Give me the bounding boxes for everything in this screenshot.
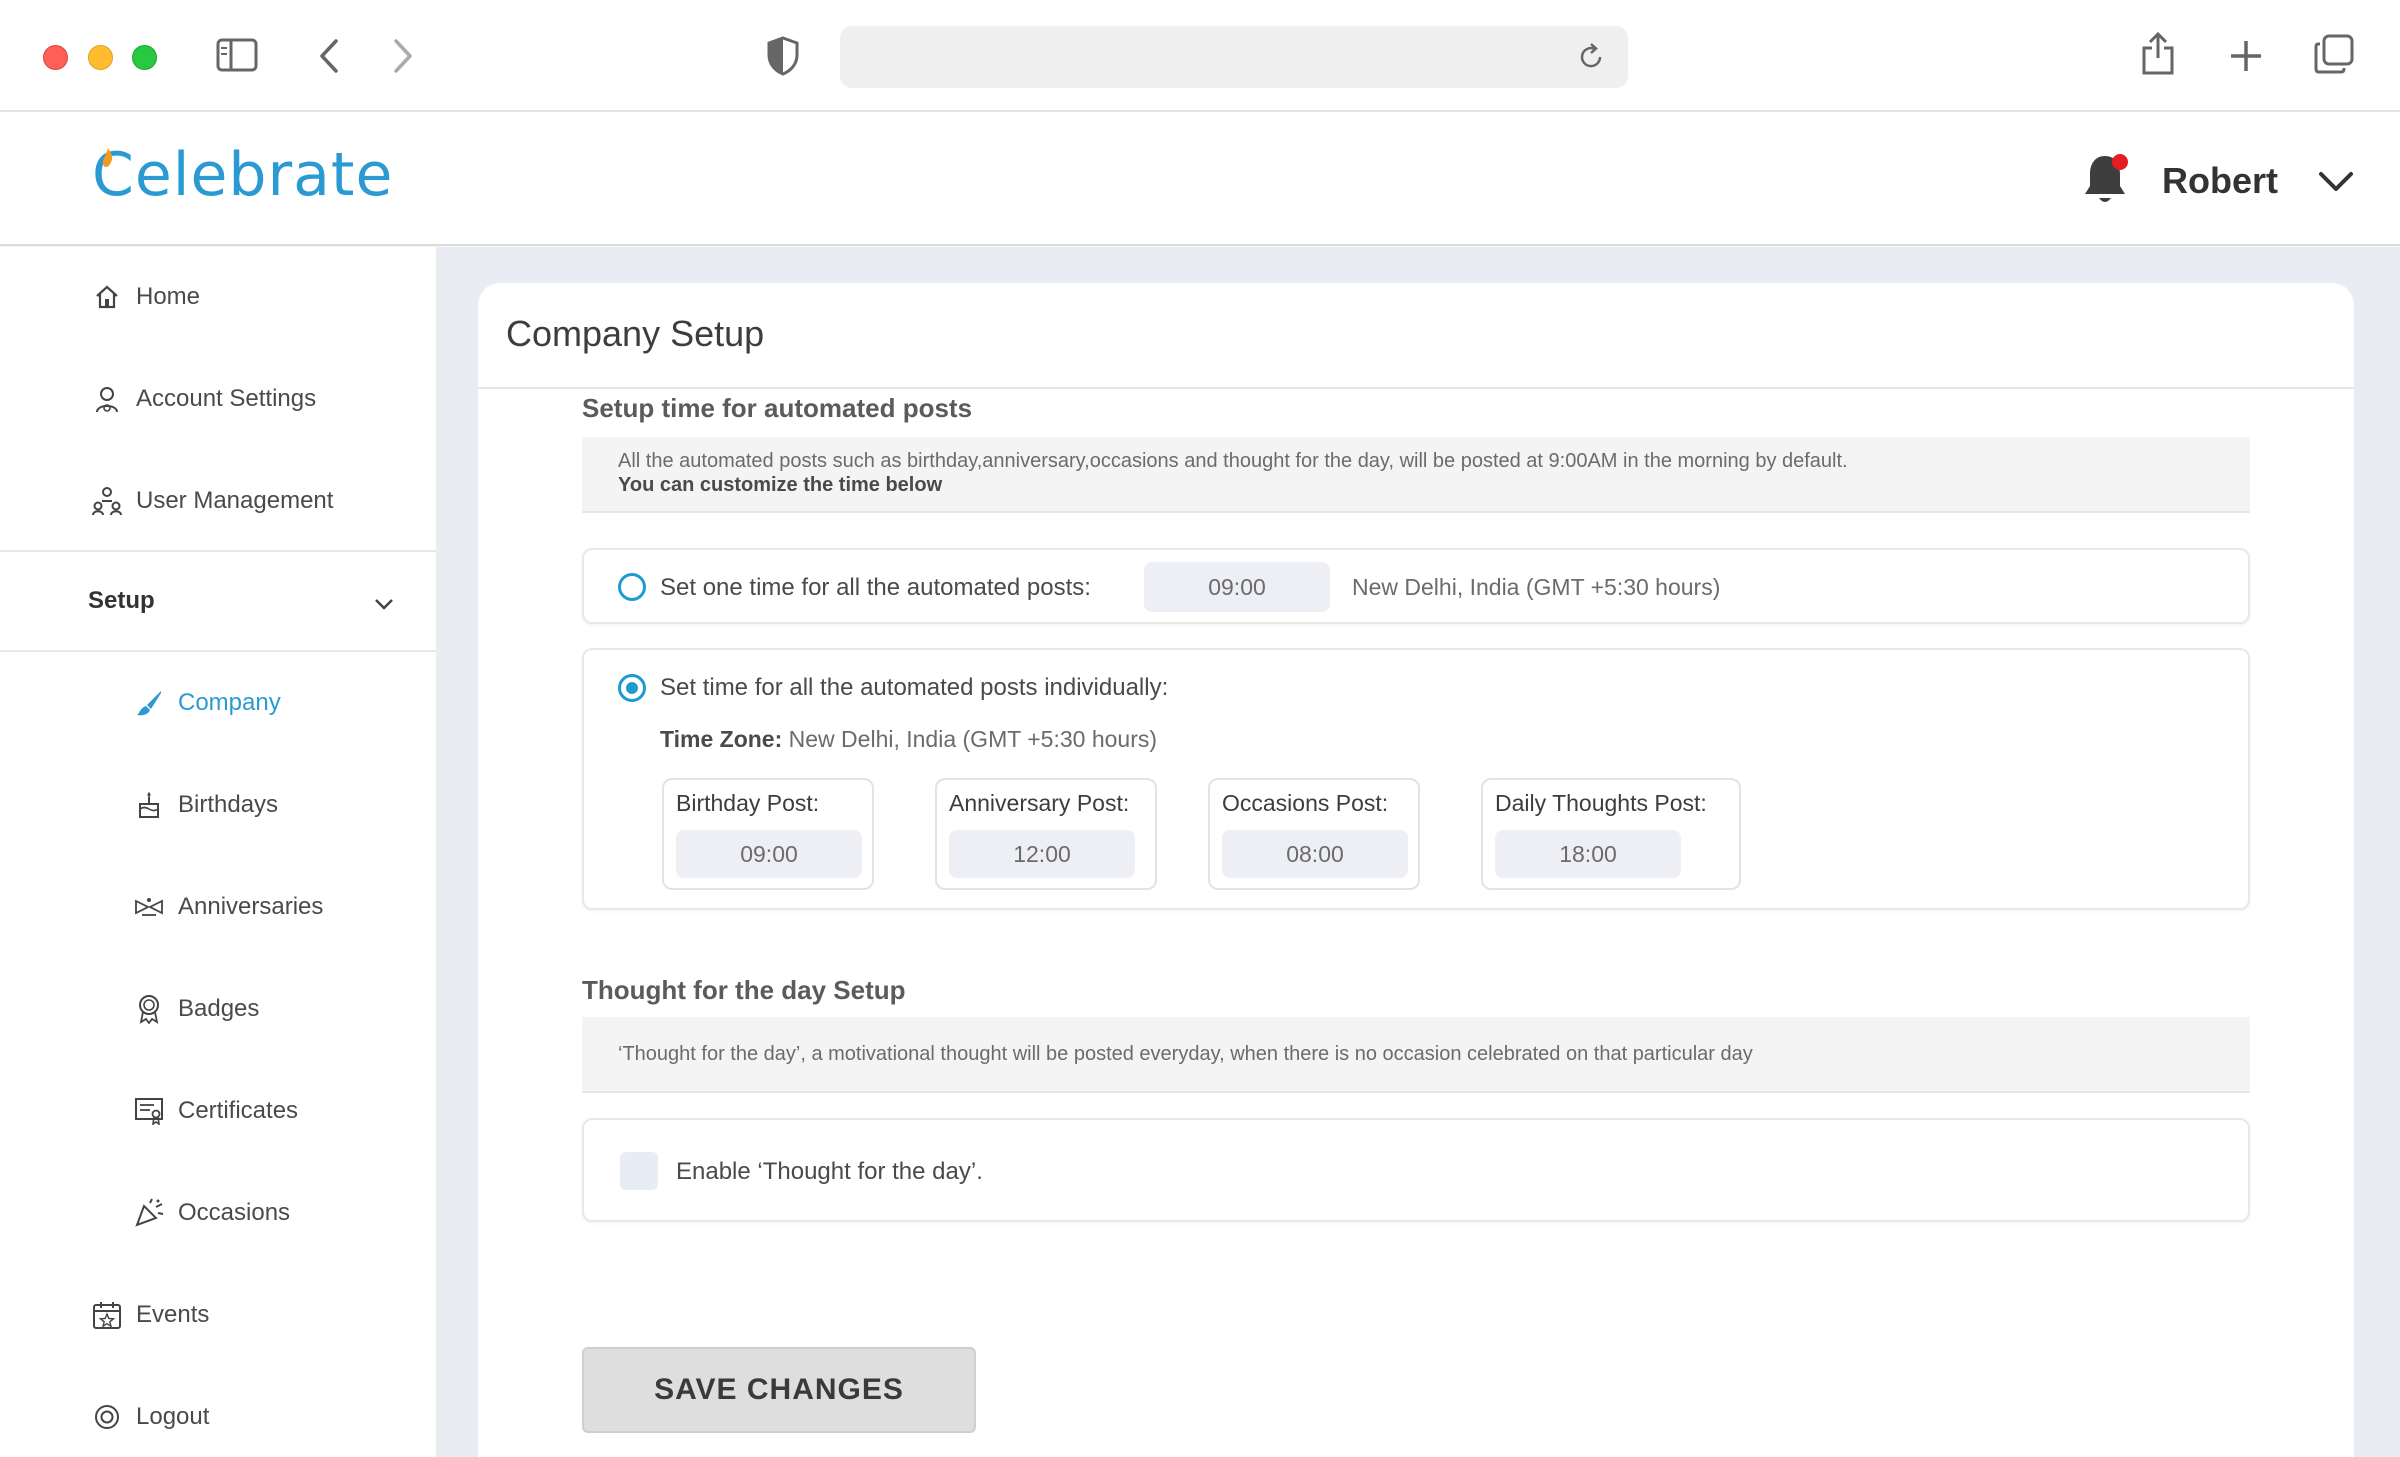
save-changes-button[interactable]: SAVE CHANGES [582, 1347, 976, 1433]
individual-timezone: Time Zone: New Delhi, India (GMT +5:30 h… [660, 726, 1157, 753]
anniversary-post-time-input[interactable]: 12:00 [949, 830, 1135, 878]
sidebar-item-label: Badges [178, 995, 260, 1022]
thought-enable-box: Enable ‘Thought for the day’. [582, 1118, 2250, 1222]
sidebar-item-company[interactable]: Company [0, 673, 436, 733]
notification-badge [2112, 154, 2128, 170]
timezone-label: Time Zone: [660, 726, 783, 752]
calendar-icon [90, 1298, 124, 1332]
automated-info-line2: You can customize the time below [618, 474, 943, 496]
address-bar[interactable] [840, 26, 1628, 88]
enable-thought-checkbox[interactable] [620, 1152, 658, 1190]
party-popper-icon [132, 1196, 166, 1230]
enable-thought-label: Enable ‘Thought for the day’. [676, 1158, 983, 1185]
title-divider [478, 387, 2354, 389]
close-window-button[interactable] [43, 45, 68, 70]
setup-label: Setup [88, 587, 155, 614]
one-time-timezone: New Delhi, India (GMT +5:30 hours) [1352, 574, 1721, 600]
automated-posts-info: All the automated posts such as birthday… [582, 437, 2250, 513]
sidebar-item-label: Anniversaries [178, 893, 324, 920]
daily-thoughts-post-label: Daily Thoughts Post: [1495, 790, 1707, 816]
one-time-label: Set one time for all the automated posts… [660, 574, 1091, 601]
thought-info: ‘Thought for the day’, a motivational th… [582, 1017, 2250, 1093]
cake-icon [132, 788, 166, 822]
maximize-window-button[interactable] [132, 45, 157, 70]
sidebar-item-label: Occasions [178, 1199, 291, 1226]
sidebar-item-occasions[interactable]: Occasions [0, 1183, 436, 1243]
badge-icon [132, 992, 166, 1026]
sidebar-item-label: Birthdays [178, 791, 279, 818]
sidebar-item-certificates[interactable]: Certificates [0, 1081, 436, 1141]
celebrate-logo[interactable]: Celebrate [92, 140, 393, 210]
sidebar-item-account-settings[interactable]: Account Settings [0, 369, 436, 429]
birthday-post-box: Birthday Post: 09:00 [662, 778, 874, 890]
sidebar-item-label: Events [136, 1301, 210, 1328]
chevron-down-icon [374, 590, 394, 618]
certificate-icon [132, 1094, 166, 1128]
forward-arrow-icon[interactable] [392, 38, 414, 74]
tab-overview-icon[interactable] [2314, 34, 2354, 74]
automated-info-line1: All the automated posts such as birthday… [618, 450, 1848, 472]
company-setup-card: Company Setup Setup time for automated p… [478, 283, 2354, 1457]
individual-time-radio[interactable] [618, 674, 646, 702]
thought-section-title: Thought for the day Setup [582, 975, 906, 1005]
reload-icon[interactable] [1576, 42, 1606, 77]
sidebar-item-label: Account Settings [136, 385, 317, 412]
user-management-icon [90, 484, 124, 518]
share-icon[interactable] [2140, 30, 2176, 76]
automated-posts-section-title: Setup time for automated posts [582, 393, 973, 423]
occasions-post-label: Occasions Post: [1222, 790, 1389, 816]
logout-icon [90, 1400, 124, 1434]
one-time-radio[interactable] [618, 573, 646, 601]
one-time-input[interactable]: 09:00 [1144, 562, 1330, 612]
sidebar-item-anniversaries[interactable]: Anniversaries [0, 877, 436, 937]
chevron-down-icon[interactable] [2318, 170, 2354, 199]
occasions-post-box: Occasions Post: 08:00 [1208, 778, 1420, 890]
anniversary-post-box: Anniversary Post: 12:00 [935, 778, 1157, 890]
sidebar-item-badges[interactable]: Badges [0, 979, 436, 1039]
sidebar-item-label: Company [178, 689, 281, 716]
option-one-time-box: Set one time for all the automated posts… [582, 548, 2250, 624]
sidebar-item-label: Logout [136, 1403, 210, 1430]
sidebar-item-events[interactable]: Events [0, 1285, 436, 1345]
sidebar-setup-toggle[interactable]: Setup [0, 550, 436, 652]
daily-thoughts-post-time-input[interactable]: 18:00 [1495, 830, 1681, 878]
anniversary-icon [132, 890, 166, 924]
timezone-value: New Delhi, India (GMT +5:30 hours) [788, 726, 1158, 752]
individual-time-label: Set time for all the automated posts ind… [660, 674, 1169, 701]
daily-thoughts-post-box: Daily Thoughts Post: 18:00 [1481, 778, 1741, 890]
privacy-shield-icon[interactable] [766, 36, 800, 76]
sidebar-toggle-icon[interactable] [216, 38, 258, 72]
option-individual-box: Set time for all the automated posts ind… [582, 648, 2250, 910]
sidebar-item-label: Home [136, 283, 201, 310]
sidebar-item-user-management[interactable]: User Management [0, 471, 436, 531]
account-settings-icon [90, 382, 124, 416]
page-title: Company Setup [506, 313, 765, 354]
sidebar-item-label: User Management [136, 487, 334, 514]
user-name[interactable]: Robert [2162, 160, 2278, 202]
browser-toolbar [0, 0, 2400, 112]
sidebar-item-home[interactable]: Home [0, 267, 436, 327]
birthday-post-time-input[interactable]: 09:00 [676, 830, 862, 878]
minimize-window-button[interactable] [88, 45, 113, 70]
back-arrow-icon[interactable] [318, 38, 340, 74]
anniversary-post-label: Anniversary Post: [949, 790, 1130, 816]
new-tab-plus-icon[interactable] [2228, 38, 2264, 74]
birthday-post-label: Birthday Post: [676, 790, 820, 816]
sidebar: Home Account Settings User Management Se… [0, 247, 438, 1457]
logo-flame-icon [102, 148, 113, 167]
home-icon [90, 280, 124, 314]
sidebar-item-label: Certificates [178, 1097, 299, 1124]
occasions-post-time-input[interactable]: 08:00 [1222, 830, 1408, 878]
app-header: Celebrate Robert [0, 112, 2400, 246]
company-brush-icon [132, 686, 166, 720]
sidebar-item-birthdays[interactable]: Birthdays [0, 775, 436, 835]
sidebar-item-logout[interactable]: Logout [0, 1387, 436, 1447]
